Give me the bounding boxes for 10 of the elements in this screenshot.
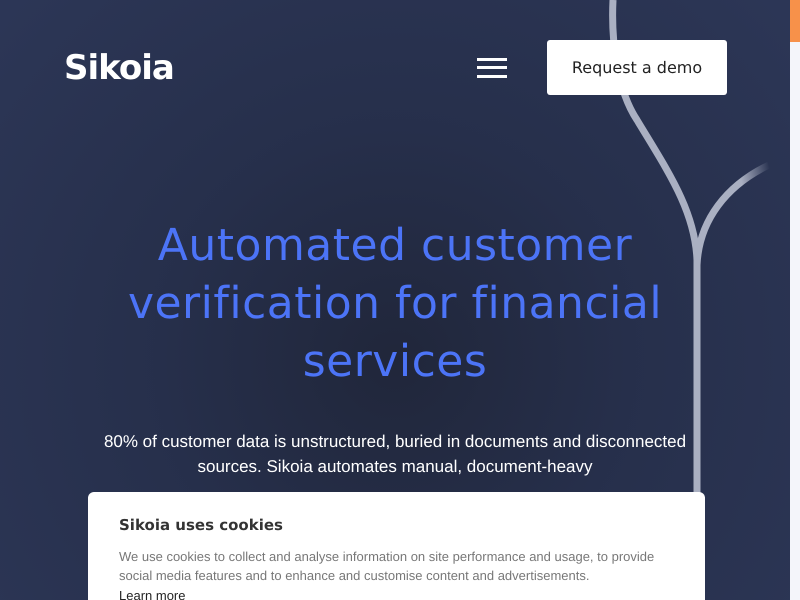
intro-paragraph: 80% of customer data is unstructured, buried in documents and disconnected sources. Sikoia automates manual, document-heavy [102,431,688,478]
cookie-text: We use cookies to collect and analyse information on site performance and usage, to provide social media features and to enhance and customise content and advertisements. [119,548,656,585]
scrollbar[interactable] [790,0,800,600]
headline: Automated customer verification for financial services [126,219,664,389]
learn-more-link[interactable]: Learn more [119,588,186,600]
logo[interactable]: Sikoia [64,48,174,88]
scrollbar-thumb[interactable] [790,0,800,42]
cookie-title: Sikoia uses cookies [119,516,283,534]
menu-icon[interactable] [477,58,507,78]
request-demo-button[interactable]: Request a demo [547,40,727,95]
